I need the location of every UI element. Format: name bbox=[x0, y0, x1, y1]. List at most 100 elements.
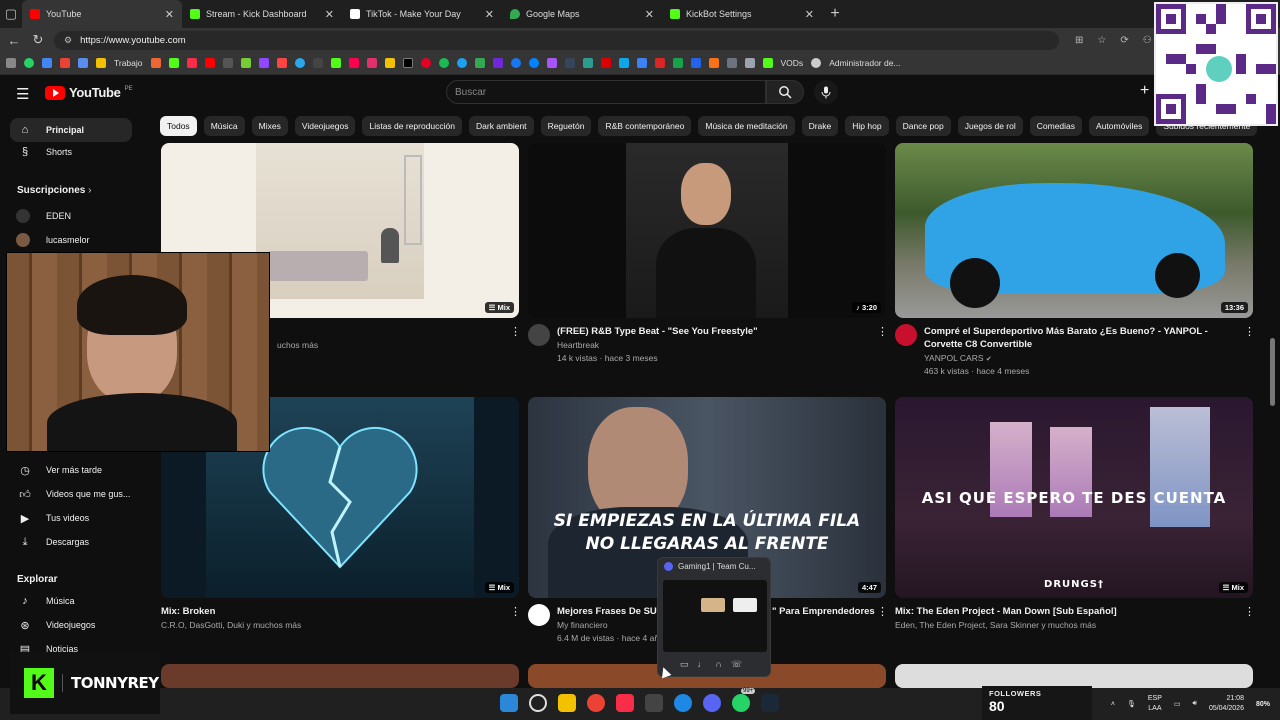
chrome-icon[interactable] bbox=[587, 694, 605, 712]
search-input[interactable]: Buscar bbox=[446, 80, 766, 104]
sidebar-item-shorts[interactable]: § Shorts bbox=[10, 140, 132, 164]
chip[interactable]: Música bbox=[203, 116, 245, 136]
bookmark-icon[interactable] bbox=[240, 58, 251, 68]
tab-kickbot[interactable]: KickBot Settings ✕ bbox=[662, 0, 822, 28]
create-icon[interactable]: + bbox=[1140, 82, 1149, 100]
network-icon[interactable]: ▭ bbox=[1174, 700, 1181, 708]
video-title[interactable]: Mejores Frases De SUI bbox=[557, 605, 659, 618]
sidebar-item-music[interactable]: ♪ Música bbox=[10, 589, 132, 613]
video-thumbnail[interactable] bbox=[161, 664, 519, 688]
bookmark-administrador[interactable]: Administrador de... bbox=[829, 58, 900, 68]
bookmark-icon[interactable] bbox=[6, 58, 16, 68]
close-tab-icon[interactable]: ✕ bbox=[805, 8, 814, 21]
search-icon[interactable] bbox=[529, 694, 547, 712]
app-icon[interactable] bbox=[645, 694, 663, 712]
channel-avatar[interactable] bbox=[528, 324, 550, 346]
twitch-bookmark-icon[interactable] bbox=[258, 58, 269, 68]
x-bookmark-icon[interactable] bbox=[402, 58, 413, 68]
bookmark-icon[interactable] bbox=[330, 58, 341, 68]
new-tab-icon[interactable]: + bbox=[822, 5, 848, 23]
video-title[interactable]: Mix: The Eden Project - Man Down [Sub Es… bbox=[895, 605, 1117, 618]
pinterest-bookmark-icon[interactable] bbox=[420, 58, 431, 68]
bookmark-icon[interactable] bbox=[654, 58, 665, 68]
chip[interactable]: Videojuegos bbox=[294, 116, 356, 136]
video-thumbnail[interactable] bbox=[895, 664, 1253, 688]
bookmark-icon[interactable] bbox=[811, 58, 822, 68]
sidebar-item-principal[interactable]: ⌂ Principal bbox=[10, 118, 132, 142]
gmail-bookmark-icon[interactable] bbox=[60, 58, 70, 68]
url-field[interactable]: ⚙ https://www.youtube.com bbox=[54, 30, 1059, 50]
clock[interactable]: 21:08 05/04/2026 bbox=[1209, 694, 1244, 714]
video-thumbnail[interactable]: 13:36 bbox=[895, 143, 1253, 318]
bookmark-icon[interactable] bbox=[582, 58, 593, 68]
bookmark-icon[interactable] bbox=[150, 58, 161, 68]
sidebar-item-watch-later[interactable]: ◷ Ver más tarde bbox=[10, 458, 132, 482]
close-tab-icon[interactable]: ✕ bbox=[165, 8, 174, 21]
extensions-icon[interactable]: ⟳ bbox=[1120, 35, 1128, 46]
chip[interactable]: Dance pop bbox=[895, 116, 951, 136]
music-bookmark-icon[interactable] bbox=[186, 58, 197, 68]
sidebar-item-liked[interactable]: 👍︎ Videos que me gus... bbox=[10, 482, 132, 506]
edge-icon[interactable] bbox=[674, 694, 692, 712]
facebook-bookmark-icon[interactable] bbox=[510, 58, 521, 68]
close-tab-icon[interactable]: ✕ bbox=[485, 8, 494, 21]
drive-bookmark-icon[interactable] bbox=[42, 58, 52, 68]
bookmark-icon[interactable] bbox=[672, 58, 683, 68]
chevron-up-icon[interactable]: ˄ bbox=[1111, 701, 1115, 708]
close-tab-icon[interactable]: ✕ bbox=[645, 8, 654, 21]
whatsapp-icon[interactable]: 99+ bbox=[732, 688, 756, 712]
video-title[interactable]: Compré el Superdeportivo Más Barato ¿Es … bbox=[924, 325, 1234, 351]
chip[interactable]: Comedias bbox=[1029, 116, 1083, 136]
sidebar-item-downloads[interactable]: ⤓ Descargas bbox=[10, 530, 132, 554]
more-options-icon[interactable]: ⋮ bbox=[877, 325, 888, 338]
discord-preview-popup[interactable]: Gaming1 | Team Cu... ▭ ♩ ∩ ☏ bbox=[657, 557, 771, 677]
more-options-icon[interactable]: ⋮ bbox=[1244, 605, 1255, 618]
discord-icon[interactable] bbox=[703, 694, 721, 712]
voice-search-button[interactable] bbox=[814, 80, 838, 104]
maps-bookmark-icon[interactable] bbox=[474, 58, 485, 68]
install-app-icon[interactable]: ⊞ bbox=[1075, 35, 1083, 46]
bookmark-icon[interactable] bbox=[636, 58, 647, 68]
youtube-bookmark-icon[interactable] bbox=[204, 58, 215, 68]
reload-icon[interactable]: ↻ bbox=[30, 32, 46, 48]
bookmark-icon[interactable] bbox=[726, 58, 737, 68]
bookmark-icon[interactable] bbox=[744, 58, 755, 68]
more-options-icon[interactable]: ⋮ bbox=[510, 605, 521, 618]
bookmark-icon[interactable] bbox=[546, 58, 557, 68]
more-options-icon[interactable]: ⋮ bbox=[877, 605, 888, 618]
tab-google-maps[interactable]: Google Maps ✕ bbox=[502, 0, 662, 28]
messenger-bookmark-icon[interactable] bbox=[528, 58, 539, 68]
video-thumbnail[interactable]: ASI QUE ESPERO TE DES CUENTA DRUNGS† ☰ M… bbox=[895, 397, 1253, 598]
microphone-icon[interactable]: ♩ bbox=[698, 659, 707, 670]
chip[interactable]: Reguetón bbox=[540, 116, 592, 136]
bookmark-icon[interactable] bbox=[348, 58, 359, 68]
tumblr-bookmark-icon[interactable] bbox=[564, 58, 575, 68]
sidebar-channel-lucasmelor[interactable]: lucasmelor bbox=[16, 233, 90, 247]
bookmark-icon[interactable] bbox=[456, 58, 467, 68]
file-explorer-icon[interactable] bbox=[558, 694, 576, 712]
search-button[interactable] bbox=[766, 80, 804, 104]
menu-icon[interactable]: ☰ bbox=[16, 85, 29, 103]
calendar-bookmark-icon[interactable] bbox=[78, 58, 88, 68]
tab-kick-dashboard[interactable]: Stream - Kick Dashboard ✕ bbox=[182, 0, 342, 28]
chip[interactable]: Hip hop bbox=[845, 116, 889, 136]
spotify-bookmark-icon[interactable] bbox=[438, 58, 449, 68]
channel-name[interactable]: Heartbreak bbox=[557, 339, 599, 352]
kick-bookmark-icon[interactable] bbox=[168, 58, 179, 68]
video-title[interactable]: Mix: Broken bbox=[161, 605, 215, 618]
bookmark-trabajo[interactable]: Trabajo bbox=[114, 58, 143, 68]
youtube-logo[interactable]: YouTube PE bbox=[45, 85, 133, 100]
chip[interactable]: Mixes bbox=[251, 116, 288, 136]
telegram-bookmark-icon[interactable] bbox=[294, 58, 305, 68]
bookmark-vods[interactable]: VODs bbox=[781, 58, 804, 68]
windows-start-icon[interactable] bbox=[500, 694, 518, 712]
close-tab-icon[interactable]: ✕ bbox=[325, 8, 334, 21]
subscriptions-header[interactable]: Suscripciones › bbox=[17, 185, 91, 196]
kick-vods-icon[interactable] bbox=[762, 58, 773, 68]
sidebar-item-your-videos[interactable]: ▶ Tus videos bbox=[10, 506, 132, 530]
profile-icon[interactable]: ⚇ bbox=[1143, 35, 1152, 46]
camera-icon[interactable]: ▭ bbox=[680, 659, 689, 670]
sidebar-item-gaming[interactable]: ⊛ Videojuegos bbox=[10, 613, 132, 637]
bookmark-icon[interactable] bbox=[276, 58, 287, 68]
hangup-icon[interactable]: ☏ bbox=[731, 659, 742, 670]
